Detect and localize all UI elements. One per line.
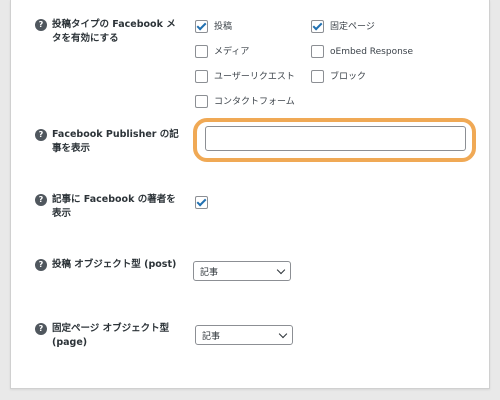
checkbox-media[interactable]: メディア <box>195 45 249 58</box>
checkbox-block-box[interactable] <box>311 70 324 83</box>
page-object-type-row-label: ? 固定ページ オブジェクト型 (page) <box>35 322 185 350</box>
checkbox-page[interactable]: 固定ページ <box>311 20 375 33</box>
post-type-meta-row-label: ? 投稿タイプの Facebook メタを有効にする <box>35 18 185 46</box>
checkbox-contact-form[interactable]: コンタクトフォーム <box>195 95 295 108</box>
page-object-type-value: 記事 <box>202 331 221 342</box>
author-row-label: ? 記事に Facebook の著者を表示 <box>35 193 185 221</box>
help-icon[interactable]: ? <box>35 259 47 271</box>
post-object-type-value: 記事 <box>200 267 219 278</box>
checkbox-post[interactable]: 投稿 <box>195 20 232 33</box>
help-icon[interactable]: ? <box>35 323 47 335</box>
facebook-publisher-input[interactable] <box>205 126 466 151</box>
help-icon[interactable]: ? <box>35 129 47 141</box>
post-object-type-row-label: ? 投稿 オブジェクト型 (post) <box>35 258 185 272</box>
publisher-row-label: ? Facebook Publisher の記事を表示 <box>35 128 185 156</box>
checkbox-page-label: 固定ページ <box>330 21 375 32</box>
post-object-type-label: 投稿 オブジェクト型 (post) <box>52 259 177 270</box>
page-object-type-select[interactable]: 記事 <box>195 325 293 345</box>
checkbox-media-box[interactable] <box>195 45 208 58</box>
checkbox-block[interactable]: ブロック <box>311 70 366 83</box>
checkbox-oembed-label: oEmbed Response <box>330 46 414 57</box>
help-icon[interactable]: ? <box>35 19 47 31</box>
checkbox-post-label: 投稿 <box>214 21 233 32</box>
settings-panel: ? 投稿タイプの Facebook メタを有効にする 投稿 固定ページ メディア… <box>10 0 490 389</box>
checkbox-oembed-box[interactable] <box>311 45 324 58</box>
checkbox-facebook-author-box[interactable] <box>195 196 208 209</box>
checkbox-user-request[interactable]: ユーザーリクエスト <box>195 70 295 83</box>
publisher-label: Facebook Publisher の記事を表示 <box>52 129 179 154</box>
chevron-down-icon <box>276 265 286 274</box>
chevron-down-icon <box>278 329 288 338</box>
help-icon[interactable]: ? <box>35 194 47 206</box>
author-label: 記事に Facebook の著者を表示 <box>52 194 176 219</box>
checkbox-page-box[interactable] <box>311 20 324 33</box>
checkbox-user-request-box[interactable] <box>195 70 208 83</box>
post-type-meta-label: 投稿タイプの Facebook メタを有効にする <box>52 19 176 44</box>
post-object-type-select[interactable]: 記事 <box>193 261 291 281</box>
checkbox-oembed[interactable]: oEmbed Response <box>311 45 413 58</box>
checkbox-user-request-label: ユーザーリクエスト <box>214 71 295 82</box>
checkbox-contact-form-label: コンタクトフォーム <box>214 96 295 107</box>
checkbox-contact-form-box[interactable] <box>195 95 208 108</box>
checkbox-media-label: メディア <box>214 46 250 57</box>
checkbox-post-box[interactable] <box>195 20 208 33</box>
page-object-type-label: 固定ページ オブジェクト型 (page) <box>52 323 170 348</box>
checkbox-facebook-author[interactable] <box>195 196 208 209</box>
checkbox-block-label: ブロック <box>330 71 367 82</box>
